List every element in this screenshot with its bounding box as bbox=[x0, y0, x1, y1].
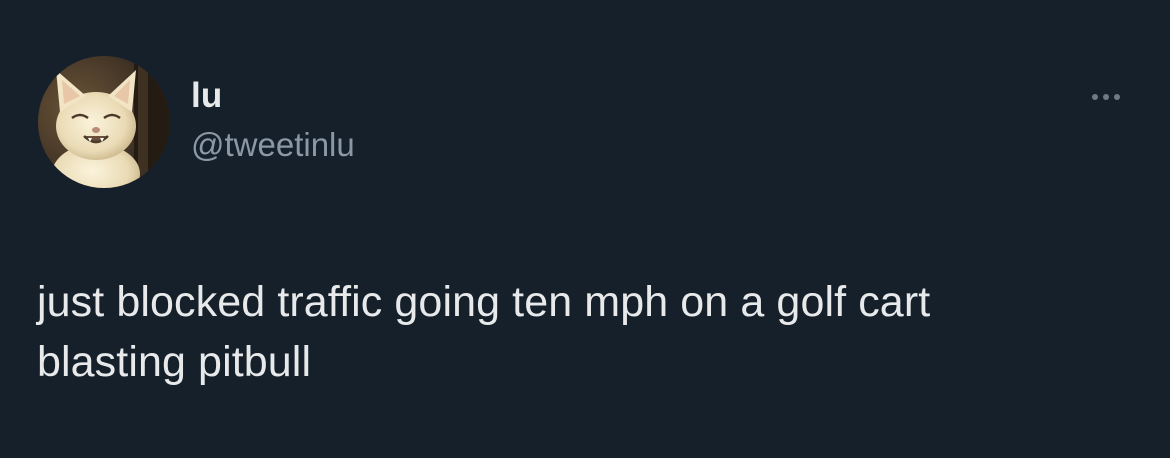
more-options-icon-dot bbox=[1103, 94, 1109, 100]
display-name[interactable]: lu bbox=[191, 76, 355, 116]
author-info: lu @tweetinlu bbox=[191, 76, 355, 165]
tweet-card: lu @tweetinlu just blocked traffic going… bbox=[0, 0, 1170, 458]
more-options-button[interactable] bbox=[1080, 82, 1132, 112]
smiling-cat-avatar-icon bbox=[38, 56, 170, 188]
more-options-icon-dot bbox=[1114, 94, 1120, 100]
avatar[interactable] bbox=[38, 56, 170, 188]
user-handle[interactable]: @tweetinlu bbox=[191, 125, 355, 165]
more-options-icon bbox=[1092, 94, 1098, 100]
tweet-text: just blocked traffic going ten mph on a … bbox=[37, 278, 931, 386]
